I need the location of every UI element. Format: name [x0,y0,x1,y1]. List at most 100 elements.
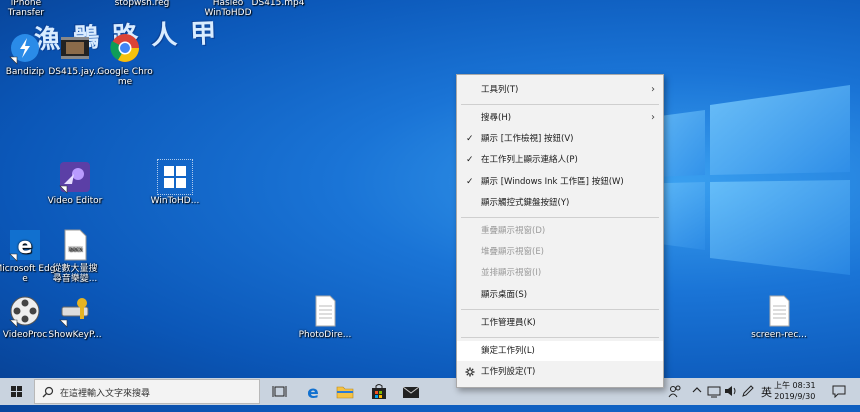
show-hidden-icons-button[interactable] [692,385,702,412]
menu-item-label: 鎖定工作列(L) [481,346,535,356]
menu-item-label: 顯示 [Windows Ink 工作區] 按鈕(W) [481,177,624,187]
clock-time: 上午 08:31 [774,381,816,390]
menu-separator [461,217,659,218]
desktop-icon-label: PhotoDire... [298,330,352,340]
task-view-icon [272,386,287,397]
folder-icon [336,386,354,399]
file-icon [762,294,796,328]
desktop-icon-photodirector[interactable]: PhotoDire... [293,294,357,340]
desktop-icon-docx[interactable]: DOCX 從數大量搜 尋音樂變... [43,228,107,284]
menu-item-label: 工作管理員(K) [481,318,536,328]
file-icon [308,294,342,328]
menu-item-lock-taskbar[interactable]: 鎖定工作列(L) [457,341,663,361]
checkmark-icon: ✓ [466,177,474,187]
desktop-icon-label-ds415-mp4[interactable]: DS415.mp4 [248,0,308,8]
menu-item-label: 在工作列上顯示連絡人(P) [481,155,578,165]
desktop-icon-label: 從數大量搜 尋音樂變... [52,264,98,284]
action-center-button[interactable] [832,384,846,411]
menu-separator [461,337,659,338]
desktop-icon-screen-rec[interactable]: screen-rec... [747,294,811,340]
ime-indicator[interactable]: 英 [761,384,772,411]
desktop-icon-label-iphone-transfer[interactable]: iPhone Transfer [4,0,48,18]
desktop-icon-label-stopwsh[interactable]: stopwsh.reg [112,0,172,8]
desktop-icon-label: ShowKeyP... [48,330,102,340]
taskbar-store-button[interactable] [368,381,390,402]
docx-icon: DOCX [58,228,92,262]
edge-icon: e [307,383,319,403]
menu-item-taskbar-settings[interactable]: 工作列設定(T) [457,362,663,382]
menu-item-label: 搜尋(H) [481,113,512,123]
menu-item-side-by-side[interactable]: 並排顯示視窗(I) [457,263,663,283]
notification-icon [832,385,846,399]
network-icon [707,386,721,398]
desktop-icon-wintohdd[interactable]: WinToHD... [143,159,207,206]
edge-icon: e [8,228,42,262]
chevron-right-icon: › [651,84,655,95]
menu-item-show-desktop[interactable]: 顯示桌面(S) [457,285,663,305]
menu-item-label: 顯示 [工作檢視] 按鈕(V) [481,134,574,144]
menu-item-label: 重疊顯示視窗(D) [481,226,546,236]
windows-start-icon [11,386,22,397]
svg-text:e: e [18,234,33,259]
desktop-icon-chrome[interactable]: Google Chrome [93,31,157,87]
video-thumb-icon [58,31,92,65]
taskbar-file-explorer-button[interactable] [334,381,356,402]
menu-item-toolbars[interactable]: 工具列(T) › [457,80,663,100]
network-button[interactable] [707,384,721,411]
speaker-icon [725,386,736,396]
wintohdd-icon [157,159,193,195]
menu-item-label: 顯示觸控式鍵盤按鈕(Y) [481,198,570,208]
checkmark-icon: ✓ [466,134,474,144]
taskbar-edge-button[interactable]: e [302,381,324,403]
taskbar: 在這裡輸入文字來搜尋 e 英 上午 08:31 2019/9/30 [0,378,860,405]
video-editor-icon [58,160,92,194]
chevron-right-icon: › [651,112,655,123]
menu-item-label: 堆疊顯示視窗(E) [481,247,545,257]
people-button[interactable] [668,384,682,411]
checkmark-icon: ✓ [466,155,474,165]
menu-item-show-people[interactable]: ✓ 在工作列上顯示連絡人(P) [457,150,663,170]
start-button[interactable] [0,378,34,405]
desktop-icon-label: screen-rec... [751,330,807,340]
menu-item-search[interactable]: 搜尋(H) › [457,108,663,128]
desktop-icon-video-editor[interactable]: Video Editor [43,160,107,206]
chevron-up-icon [692,387,702,393]
videoproc-icon [8,294,42,328]
clock[interactable]: 上午 08:31 2019/9/30 [774,380,816,402]
chrome-icon [108,31,142,65]
menu-item-cascade[interactable]: 重疊顯示視窗(D) [457,221,663,241]
desktop-icon-label: Video Editor [47,196,103,206]
menu-item-show-ink[interactable]: ✓ 顯示 [Windows Ink 工作區] 按鈕(W) [457,172,663,192]
search-icon [42,386,54,398]
desktop-icon-label: WinToHD... [150,196,200,206]
gear-icon [465,367,475,377]
menu-item-label: 工作列設定(T) [481,367,536,377]
taskbar-mail-button[interactable] [400,381,422,402]
menu-item-show-touch-keyboard[interactable]: 顯示觸控式鍵盤按鈕(Y) [457,193,663,213]
ink-workspace-button[interactable] [741,384,755,411]
people-icon [668,385,681,398]
taskbar-search-box[interactable]: 在這裡輸入文字來搜尋 [34,379,260,404]
bandizip-icon [8,31,42,65]
svg-text:DOCX: DOCX [69,247,82,253]
svg-text:e: e [307,383,319,402]
menu-item-label: 並排顯示視窗(I) [481,268,542,278]
desktop: 漁 鶻 路 人 甲 iPhone Transfer stopwsh.reg Ha… [0,0,860,378]
showkeyplus-icon [58,294,92,328]
menu-item-stacked[interactable]: 堆疊顯示視窗(E) [457,242,663,262]
store-bag-icon [372,384,386,399]
task-view-button[interactable] [270,381,292,402]
menu-item-show-taskview[interactable]: ✓ 顯示 [工作檢視] 按鈕(V) [457,129,663,149]
desktop-icon-showkeyplus[interactable]: ShowKeyP... [43,294,107,340]
volume-button[interactable] [724,384,738,411]
menu-separator [461,309,659,310]
taskbar-context-menu: 工具列(T) › 搜尋(H) › ✓ 顯示 [工作檢視] 按鈕(V) ✓ 在工作… [456,74,664,388]
pen-icon [742,385,754,397]
mail-icon [402,386,420,398]
menu-separator [461,104,659,105]
search-placeholder: 在這裡輸入文字來搜尋 [60,389,151,399]
menu-item-label: 顯示桌面(S) [481,290,528,300]
desktop-icon-label: Google Chrome [97,67,153,87]
clock-date: 2019/9/30 [774,392,816,401]
menu-item-task-manager[interactable]: 工作管理員(K) [457,313,663,333]
